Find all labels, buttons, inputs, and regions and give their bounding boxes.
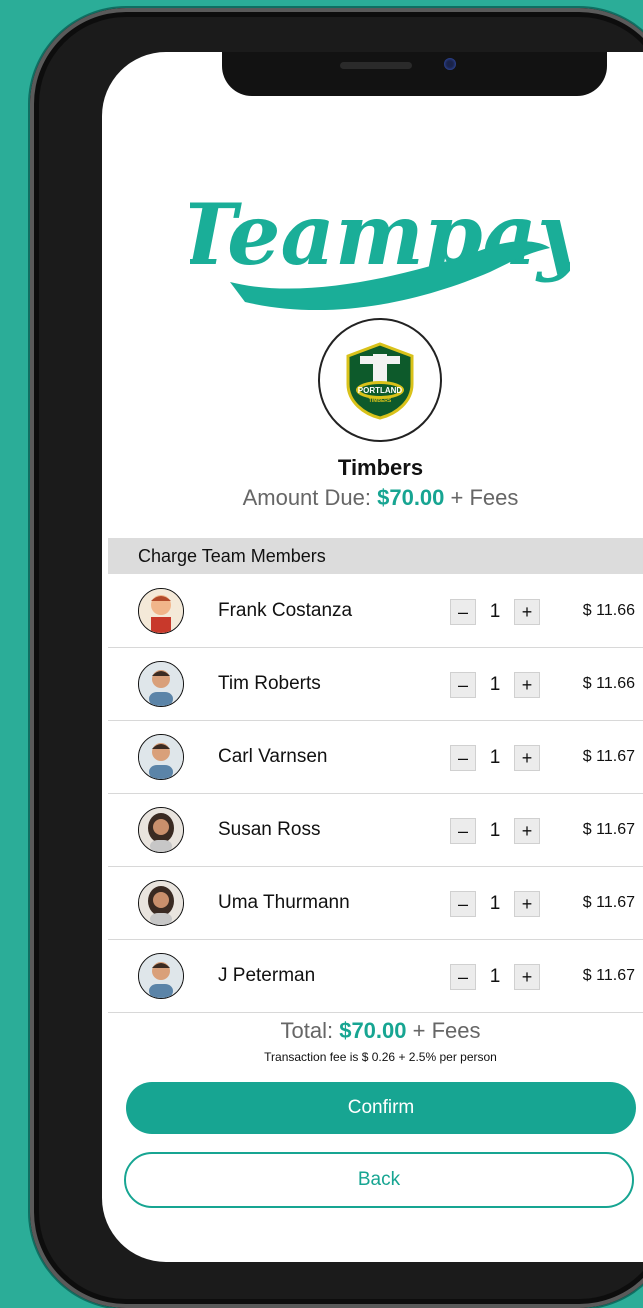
member-row: Frank Costanza –1 + $ 11.66 xyxy=(108,575,643,648)
member-list: Frank Costanza –1 + $ 11.66 Tim Roberts –1 + $ … xyxy=(108,575,643,1013)
quantity-stepper: –1 + xyxy=(450,818,540,844)
decrement-button[interactable]: – xyxy=(450,599,476,625)
quantity-value: 1 xyxy=(489,674,501,695)
avatar xyxy=(138,953,184,999)
team-crest: PORTLAND TIMBERS xyxy=(318,318,442,442)
avatar xyxy=(138,661,184,707)
quantity-stepper: –1 + xyxy=(450,745,540,771)
member-row: Susan Ross –1 + $ 11.67 xyxy=(108,794,643,867)
quantity-value: 1 xyxy=(489,893,501,914)
member-name: Tim Roberts xyxy=(218,673,321,694)
increment-button[interactable]: + xyxy=(514,891,540,917)
teampay-logo: Teampay xyxy=(190,185,570,311)
total-suffix: + Fees xyxy=(412,1018,481,1043)
increment-button[interactable]: + xyxy=(514,964,540,990)
quantity-stepper: –1 + xyxy=(450,599,540,625)
member-name: Uma Thurmann xyxy=(218,892,350,913)
decrement-button[interactable]: – xyxy=(450,964,476,990)
confirm-button[interactable]: Confirm xyxy=(126,1082,636,1134)
avatar xyxy=(138,807,184,853)
member-row: Carl Varnsen –1 + $ 11.67 xyxy=(108,721,643,794)
quantity-value: 1 xyxy=(489,601,501,622)
avatar xyxy=(138,880,184,926)
logo-wordmark: Teampay xyxy=(190,185,570,284)
member-price: $ 11.66 xyxy=(582,675,635,692)
crest-text: PORTLAND xyxy=(358,386,403,395)
amount-due-value: $70.00 xyxy=(377,485,445,510)
quantity-value: 1 xyxy=(489,966,501,987)
member-price: $ 11.67 xyxy=(582,748,635,765)
member-row: J Peterman –1 + $ 11.67 xyxy=(108,940,643,1013)
decrement-button[interactable]: – xyxy=(450,891,476,917)
member-name: Carl Varnsen xyxy=(218,746,328,767)
fee-note: Transaction fee is $ 0.26 + 2.5% per per… xyxy=(264,1050,497,1064)
quantity-value: 1 xyxy=(489,820,501,841)
member-row: Uma Thurmann –1 + $ 11.67 xyxy=(108,867,643,940)
amount-due-label: Amount Due: xyxy=(242,485,371,510)
phone-frame: Teampay PORTLAND TIMBERS Timbers Amount … xyxy=(30,8,643,1308)
avatar xyxy=(138,588,184,634)
member-name: Frank Costanza xyxy=(218,600,353,621)
section-header-charge-members: Charge Team Members xyxy=(108,538,643,574)
back-button[interactable]: Back xyxy=(124,1152,634,1208)
decrement-button[interactable]: – xyxy=(450,745,476,771)
increment-button[interactable]: + xyxy=(514,818,540,844)
member-name: J Peterman xyxy=(218,965,316,986)
front-camera xyxy=(444,58,456,70)
increment-button[interactable]: + xyxy=(514,672,540,698)
quantity-value: 1 xyxy=(489,747,501,768)
crest-subtext: TIMBERS xyxy=(369,398,392,404)
total-label: Total: xyxy=(280,1018,334,1043)
member-row: Tim Roberts –1 + $ 11.66 xyxy=(108,648,643,721)
amount-due-suffix: + Fees xyxy=(450,485,519,510)
speaker-grille xyxy=(340,62,412,69)
increment-button[interactable]: + xyxy=(514,599,540,625)
app-screen: Teampay PORTLAND TIMBERS Timbers Amount … xyxy=(102,52,643,1262)
timbers-crest-icon: PORTLAND TIMBERS xyxy=(346,342,414,420)
decrement-button[interactable]: – xyxy=(450,818,476,844)
member-price: $ 11.66 xyxy=(582,602,635,619)
member-price: $ 11.67 xyxy=(582,894,635,911)
team-name: Timbers xyxy=(337,455,424,480)
amount-due: Amount Due: $70.00 + Fees xyxy=(102,485,643,511)
quantity-stepper: –1 + xyxy=(450,964,540,990)
avatar xyxy=(138,734,184,780)
decrement-button[interactable]: – xyxy=(450,672,476,698)
member-name: Susan Ross xyxy=(218,819,321,840)
member-price: $ 11.67 xyxy=(582,967,635,984)
quantity-stepper: –1 + xyxy=(450,891,540,917)
phone-notch xyxy=(222,52,607,96)
quantity-stepper: –1 + xyxy=(450,672,540,698)
total-value: $70.00 xyxy=(339,1018,407,1043)
increment-button[interactable]: + xyxy=(514,745,540,771)
member-price: $ 11.67 xyxy=(582,821,635,838)
total-line: Total: $70.00 + Fees xyxy=(102,1018,643,1044)
